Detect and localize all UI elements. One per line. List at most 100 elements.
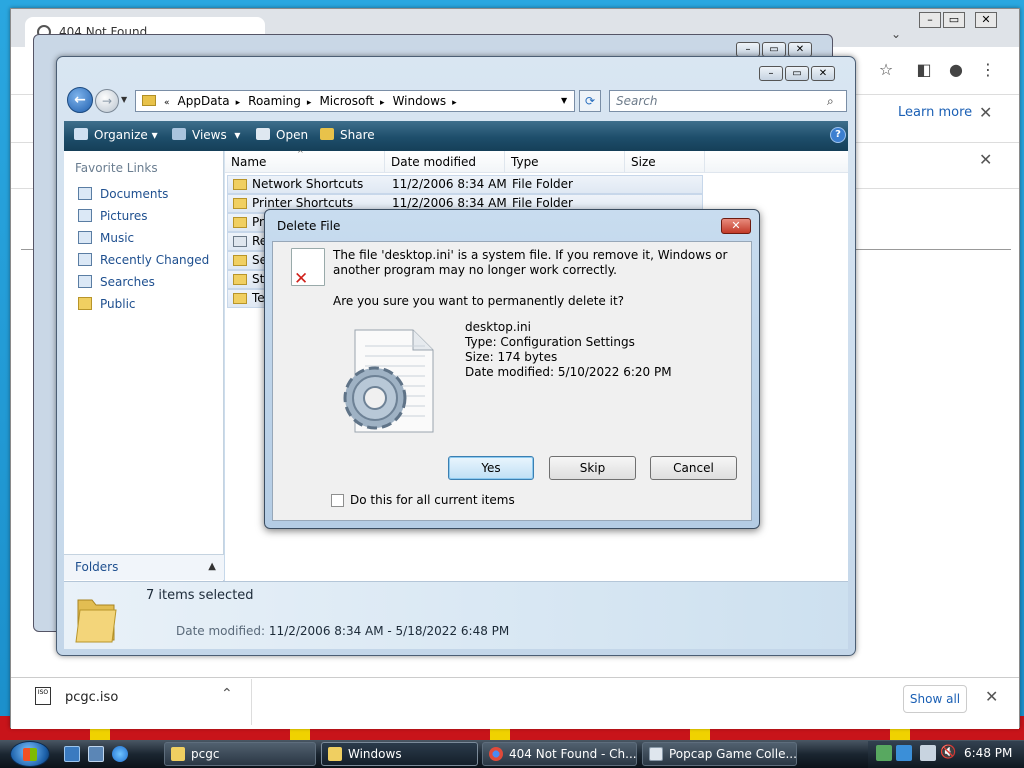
share-button[interactable]: Share — [320, 128, 375, 142]
safely-remove-icon[interactable] — [896, 745, 912, 761]
cancel-button[interactable]: Cancel — [650, 456, 737, 480]
recent-pages-dropdown[interactable]: ▼ — [121, 95, 127, 104]
download-separator — [251, 679, 252, 725]
display-tray-icon[interactable] — [920, 745, 936, 761]
share-icon — [320, 128, 334, 140]
link-music[interactable]: Music — [78, 231, 134, 245]
infobar-close-icon[interactable]: ✕ — [979, 103, 992, 122]
folder-icon — [233, 198, 247, 209]
chevron-right-icon[interactable]: ▸ — [452, 98, 457, 108]
download-shelf — [11, 677, 1019, 729]
maximize-button[interactable]: ▭ — [943, 12, 965, 28]
yes-button[interactable]: Yes — [448, 456, 534, 480]
folder-icon — [233, 274, 247, 285]
maximize-button[interactable]: ▭ — [762, 42, 786, 57]
organize-icon — [74, 128, 88, 140]
folder-icon — [233, 293, 247, 304]
link-public[interactable]: Public — [78, 297, 136, 311]
file-type: Type: Configuration Settings — [465, 335, 635, 349]
breadcrumb-roaming[interactable]: Roaming — [248, 94, 301, 108]
download-shelf-close-icon[interactable]: ✕ — [985, 687, 998, 706]
column-header-blank — [705, 151, 848, 173]
switch-windows-icon[interactable] — [88, 746, 104, 762]
close-button[interactable]: ✕ — [788, 42, 812, 57]
taskbar-item-chrome[interactable]: 404 Not Found - Ch... — [482, 742, 637, 766]
chrome-icon — [489, 747, 503, 761]
recent-items-icon — [233, 236, 247, 247]
breadcrumb-appdata[interactable]: AppData — [178, 94, 230, 108]
command-bar: Organize ▾ Views ▾ Open Share ? — [64, 121, 848, 151]
views-icon — [172, 128, 186, 140]
views-button[interactable]: Views ▾ — [172, 128, 240, 142]
apply-to-all-label[interactable]: Do this for all current items — [350, 493, 515, 507]
bookmark-star-icon[interactable]: ☆ — [875, 59, 897, 81]
file-name: desktop.ini — [465, 320, 531, 334]
dialog-close-button[interactable]: ✕ — [721, 218, 751, 234]
column-header-type[interactable]: Type — [505, 151, 625, 173]
breadcrumb-windows[interactable]: Windows — [393, 94, 447, 108]
config-file-gear-icon — [343, 329, 434, 433]
searches-icon — [78, 275, 92, 288]
taskbar-item-windows[interactable]: Windows — [321, 742, 478, 766]
apply-to-all-checkbox[interactable] — [331, 494, 344, 507]
column-header-date[interactable]: Date modified — [385, 151, 505, 173]
favorite-links-header: Favorite Links — [75, 161, 158, 175]
network-tray-icon[interactable] — [876, 745, 892, 761]
column-header-size[interactable]: Size — [625, 151, 705, 173]
minimize-button[interactable]: – — [759, 66, 783, 81]
navigation-pane: Favorite Links Documents Pictures Music … — [64, 151, 224, 581]
overflow-chevron-icon[interactable]: « — [164, 98, 170, 108]
volume-muted-icon[interactable]: 🔇 — [940, 745, 956, 760]
back-button[interactable]: ← — [67, 87, 93, 113]
minimize-button[interactable]: – — [736, 42, 760, 57]
folders-toggle[interactable]: Folders ▲ — [64, 554, 224, 580]
side-panel-icon[interactable]: ◧ — [913, 59, 935, 81]
tab-search-icon[interactable]: ⌄ — [891, 27, 901, 41]
minimize-button[interactable]: – — [919, 12, 941, 28]
link-pictures[interactable]: Pictures — [78, 209, 148, 223]
search-icon[interactable]: ⌕ — [827, 94, 834, 109]
maximize-button[interactable]: ▭ — [785, 66, 809, 81]
internet-explorer-icon[interactable] — [112, 746, 128, 762]
chevron-right-icon[interactable]: ▸ — [307, 98, 312, 108]
close-button[interactable]: ✕ — [975, 12, 997, 28]
dialog-title: Delete File — [277, 219, 341, 233]
file-date-modified: Date modified: 5/10/2022 6:20 PM — [465, 365, 672, 379]
taskbar-item-pcgc[interactable]: pcgc — [164, 742, 316, 766]
organize-button[interactable]: Organize ▾ — [74, 128, 158, 142]
folder-icon — [233, 255, 247, 266]
clock[interactable]: 6:48 PM — [964, 746, 1012, 760]
menu-icon[interactable]: ⋮ — [977, 59, 999, 81]
address-bar[interactable]: « AppData ▸ Roaming ▸ Microsoft ▸ Windows ▸ — [135, 90, 575, 112]
forward-button[interactable]: → — [95, 89, 119, 113]
download-filename[interactable]: pcgc.iso — [65, 690, 118, 705]
breadcrumb-microsoft[interactable]: Microsoft — [319, 94, 374, 108]
table-row[interactable]: Network Shortcuts 11/2/2006 8:34 AM File F… — [227, 175, 703, 194]
show-desktop-icon[interactable] — [64, 746, 80, 762]
show-all-button[interactable]: Show all — [903, 685, 967, 713]
search-input[interactable]: Search — [609, 90, 847, 112]
open-button[interactable]: Open — [256, 128, 308, 142]
column-header-name[interactable]: Name ^ — [225, 149, 385, 173]
link-documents[interactable]: Documents — [78, 187, 168, 201]
pictures-icon — [78, 209, 92, 222]
close-button[interactable]: ✕ — [811, 66, 835, 81]
infobar-secondary-close-icon[interactable]: ✕ — [979, 150, 992, 169]
link-searches[interactable]: Searches — [78, 275, 155, 289]
window-controls: – ▭ ✕ — [757, 65, 835, 81]
taskbar-item-popcap[interactable]: Popcap Game Colle... — [642, 742, 797, 766]
window-icon — [649, 747, 663, 761]
link-recently-changed[interactable]: Recently Changed — [78, 253, 209, 267]
address-dropdown-icon[interactable]: ▼ — [561, 96, 567, 105]
start-button[interactable] — [10, 741, 50, 767]
help-icon[interactable]: ? — [830, 127, 846, 143]
refresh-button[interactable]: ⟳ — [579, 90, 601, 112]
chevron-up-icon[interactable]: ⌃ — [221, 686, 233, 702]
chevron-right-icon[interactable]: ▸ — [380, 98, 385, 108]
folder-icon — [75, 599, 117, 643]
skip-button[interactable]: Skip — [549, 456, 636, 480]
profile-icon[interactable]: ● — [945, 59, 967, 81]
chevron-right-icon[interactable]: ▸ — [236, 98, 241, 108]
learn-more-link[interactable]: Learn more — [898, 105, 972, 120]
sort-arrow-icon: ^ — [297, 149, 304, 158]
